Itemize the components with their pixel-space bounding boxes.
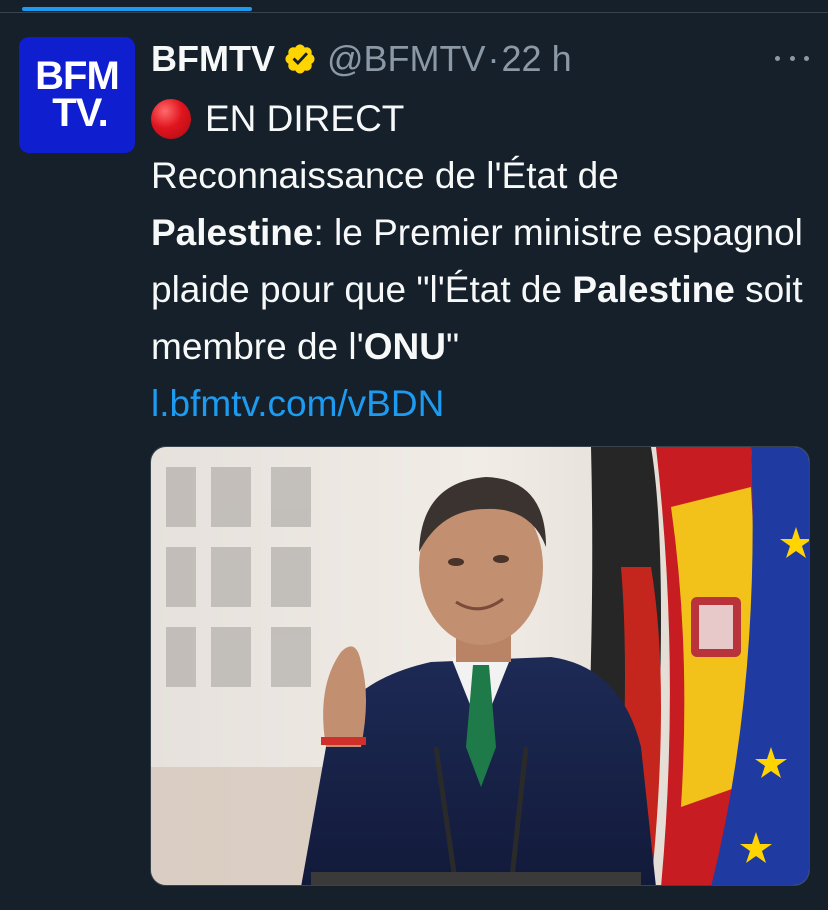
tweet-link[interactable]: l.bfmtv.com/vBDN — [151, 383, 444, 424]
avatar[interactable]: BFM TV. — [19, 37, 135, 153]
divider — [0, 12, 828, 13]
author-handle[interactable]: @BFMTV — [327, 38, 486, 80]
verified-badge-icon — [283, 42, 317, 76]
bold-onu: ONU — [363, 326, 446, 367]
progress-indicator — [22, 7, 252, 11]
live-label: EN DIRECT — [205, 98, 405, 139]
tweet-header: BFMTV @BFMTV · 22 h — [151, 36, 572, 82]
text-part-1: Reconnaissance de l'État de — [151, 155, 619, 196]
tweet-text: EN DIRECT Reconnaissance de l'État de Pal… — [151, 90, 816, 432]
red-circle-icon — [151, 98, 191, 139]
tweet-image[interactable] — [150, 446, 810, 886]
author-name[interactable]: BFMTV — [151, 38, 275, 80]
bold-palestine-1: Palestine — [151, 212, 314, 253]
more-horizontal-icon[interactable] — [775, 46, 809, 70]
live-line: EN DIRECT — [151, 90, 816, 147]
image-illustration — [151, 447, 809, 885]
bold-palestine-2: Palestine — [572, 269, 735, 310]
spain-coat-of-arms — [691, 597, 741, 657]
text-part-4: " — [445, 326, 460, 367]
separator: · — [487, 38, 500, 79]
avatar-text-line2: TV. — [52, 91, 109, 135]
timestamp[interactable]: 22 h — [502, 38, 572, 80]
tweet-body: Reconnaissance de l'État de Palestine: le… — [151, 147, 816, 375]
avatar-text-line1: BFM — [35, 54, 120, 99]
